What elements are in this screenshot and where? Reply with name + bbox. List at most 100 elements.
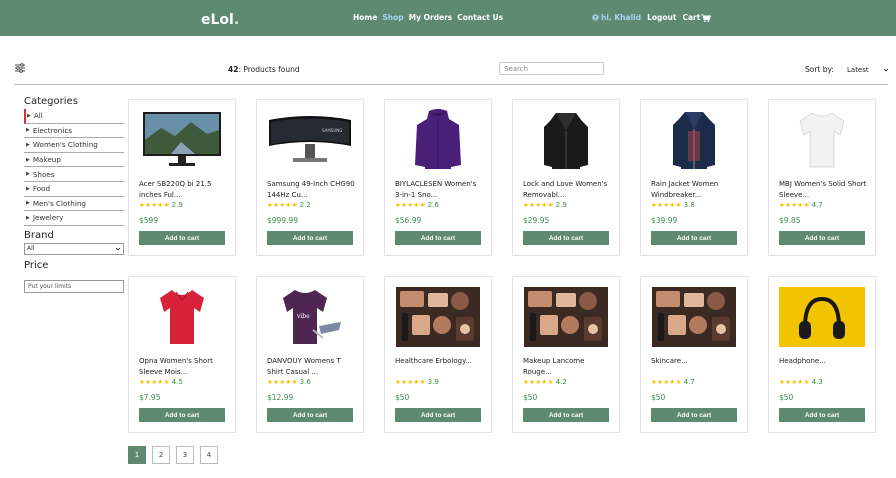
page-button-1[interactable]: 1 — [128, 446, 146, 464]
product-title[interactable]: Acer SB220Q bi 21.5 inches Ful... — [139, 179, 229, 201]
add-to-cart-button[interactable]: Add to cart — [651, 408, 737, 422]
page-button-2[interactable]: 2 — [152, 446, 170, 464]
caret-right-icon: ▶ — [26, 214, 30, 221]
nav-link-my-orders[interactable]: My Orders — [409, 13, 453, 22]
category-item-all[interactable]: ▶ All — [24, 109, 124, 124]
product-rating: ★★★★★ 2.6 — [395, 201, 439, 209]
product-price: $50 — [779, 393, 794, 402]
product-title[interactable]: Makeup Lancome Rouge... — [523, 356, 613, 378]
sort-select[interactable]: Latest — [847, 63, 889, 76]
add-to-cart-button[interactable]: Add to cart — [523, 408, 609, 422]
products-found-suffix: : Products found — [238, 65, 300, 74]
category-item-mens-clothing[interactable]: ▶ Men's Clothing — [24, 197, 124, 212]
add-to-cart-button[interactable]: Add to cart — [651, 231, 737, 245]
makeup-image[interactable] — [523, 286, 609, 348]
nav-link-home[interactable]: Home — [353, 13, 377, 22]
curved-monitor-image[interactable]: SAMSUNG — [267, 109, 353, 171]
add-to-cart-button[interactable]: Add to cart — [267, 408, 353, 422]
product-title[interactable]: DANVOUY Womens T Shirt Casual ... — [267, 356, 357, 378]
category-item-makeup[interactable]: ▶ Makeup — [24, 153, 124, 168]
product-price: $599 — [139, 216, 159, 225]
product-title[interactable]: Opna Women's Short Sleeve Mois... — [139, 356, 229, 378]
category-item-shoes[interactable]: ▶ Shoes — [24, 167, 124, 182]
caret-right-icon: ▶ — [26, 141, 30, 148]
product-card[interactable]: Headphone... ★★★★★ 4.3 $50 Add to cart — [768, 276, 876, 433]
product-title[interactable]: Rain Jacket Women Windbreaker... — [651, 179, 741, 201]
product-card[interactable]: Rain Jacket Women Windbreaker... ★★★★★ 3.8… — [640, 99, 748, 256]
white-tshirt-image[interactable] — [779, 109, 865, 171]
add-to-cart-button[interactable]: Add to cart — [267, 231, 353, 245]
headphone-image[interactable] — [779, 286, 865, 348]
category-item-food[interactable]: ▶ Food — [24, 182, 124, 197]
page-button-3[interactable]: 3 — [176, 446, 194, 464]
leather-jacket-image[interactable] — [523, 109, 609, 171]
cart-icon — [701, 13, 712, 22]
brand-logo[interactable]: eLol. — [201, 12, 239, 28]
purple-jacket-image[interactable] — [395, 109, 481, 171]
makeup-image[interactable] — [395, 286, 481, 348]
category-label: Electronics — [32, 125, 73, 135]
add-to-cart-button[interactable]: Add to cart — [395, 408, 481, 422]
product-rating: ★★★★★ 4.5 — [139, 378, 183, 386]
logout-link[interactable]: Logout — [647, 13, 676, 22]
star-rating-icon: ★★★★★ — [779, 378, 810, 386]
search-input[interactable] — [499, 62, 604, 75]
product-title[interactable]: Headphone... — [779, 356, 869, 367]
product-card[interactable]: MBJ Women's Solid Short Sleeve... ★★★★★ 4.… — [768, 99, 876, 256]
product-title[interactable]: Lock and Love Women's Removabl... — [523, 179, 613, 201]
nav-link-contact-us[interactable]: Contact Us — [457, 13, 503, 22]
products-toolbar: 42: Products found Sort by: Latest — [14, 60, 889, 80]
caret-right-icon: ▶ — [26, 200, 30, 207]
category-item-electronics[interactable]: ▶ Electronics — [24, 124, 124, 139]
price-limit-input[interactable] — [24, 279, 124, 293]
product-title[interactable]: MBJ Women's Solid Short Sleeve... — [779, 179, 869, 201]
product-title[interactable]: Samsung 49-Inch CHG90 144Hz Cu... — [267, 179, 357, 201]
svg-text:vibe: vibe — [296, 313, 310, 320]
product-card[interactable]: Healthcare Erbology... ★★★★★ 3.9 $50 Add to … — [384, 276, 492, 433]
product-price: $9.85 — [779, 216, 801, 225]
red-tshirt-image[interactable] — [139, 286, 225, 348]
product-card[interactable]: Acer SB220Q bi 21.5 inches Ful... ★★★★★ 2.… — [128, 99, 236, 256]
product-title[interactable]: Healthcare Erbology... — [395, 356, 485, 367]
category-label: Food — [32, 184, 51, 194]
product-card[interactable]: vibe DANVOUY Womens T Shirt Casual ... ★★★… — [256, 276, 364, 433]
product-card[interactable]: Opna Women's Short Sleeve Mois... ★★★★★ 4.… — [128, 276, 236, 433]
star-rating-icon: ★★★★★ — [651, 201, 682, 209]
product-card[interactable]: Makeup Lancome Rouge... ★★★★★ 4.2 $50 Add to… — [512, 276, 620, 433]
category-item-womens-clothing[interactable]: ▶ Women's Clothing — [24, 138, 124, 153]
add-to-cart-button[interactable]: Add to cart — [779, 231, 865, 245]
price-filter-title: Price — [24, 259, 49, 271]
add-to-cart-button[interactable]: Add to cart — [139, 408, 225, 422]
nav-link-shop[interactable]: Shop — [382, 13, 403, 22]
product-card[interactable]: Lock and Love Women's Removabl... ★★★★★ 2.… — [512, 99, 620, 256]
star-rating-icon: ★★★★★ — [779, 201, 810, 209]
add-to-cart-button[interactable]: Add to cart — [523, 231, 609, 245]
category-label: Women's Clothing — [32, 140, 98, 150]
purple-tshirt-image[interactable]: vibe — [267, 286, 353, 348]
makeup-image[interactable] — [651, 286, 737, 348]
rain-jacket-image[interactable] — [651, 109, 737, 171]
category-item-jewelery[interactable]: ▶ Jewelery — [24, 211, 124, 226]
add-to-cart-button[interactable]: Add to cart — [395, 231, 481, 245]
filter-sliders-icon[interactable] — [14, 62, 26, 74]
user-greeting-link[interactable]: hi, Khalid — [592, 13, 641, 22]
brand-filter-title: Brand — [24, 229, 54, 241]
product-title[interactable]: BIYLACLESEN Women's 3-in-1 Sno... — [395, 179, 485, 201]
cart-link[interactable]: Cart — [682, 13, 712, 22]
add-to-cart-button[interactable]: Add to cart — [139, 231, 225, 245]
product-rating: ★★★★★ 4.7 — [651, 378, 695, 386]
product-price: $50 — [523, 393, 538, 402]
add-to-cart-button[interactable]: Add to cart — [779, 408, 865, 422]
star-rating-icon: ★★★★★ — [139, 378, 170, 386]
product-title[interactable]: Skincare... — [651, 356, 741, 367]
product-rating: ★★★★★ 2.2 — [267, 201, 311, 209]
product-card[interactable]: BIYLACLESEN Women's 3-in-1 Sno... ★★★★★ 2.… — [384, 99, 492, 256]
product-rating: ★★★★★ 2.9 — [523, 201, 567, 209]
page-button-4[interactable]: 4 — [200, 446, 218, 464]
monitor-image[interactable] — [139, 109, 225, 171]
product-card[interactable]: SAMSUNG Samsung 49-Inch CHG90 144Hz Cu...… — [256, 99, 364, 256]
product-card[interactable]: Skincare... ★★★★★ 4.7 $50 Add to cart — [640, 276, 748, 433]
sort-select-value: Latest — [847, 65, 869, 74]
brand-select[interactable]: All — [24, 242, 124, 255]
product-price: $39.99 — [651, 216, 678, 225]
